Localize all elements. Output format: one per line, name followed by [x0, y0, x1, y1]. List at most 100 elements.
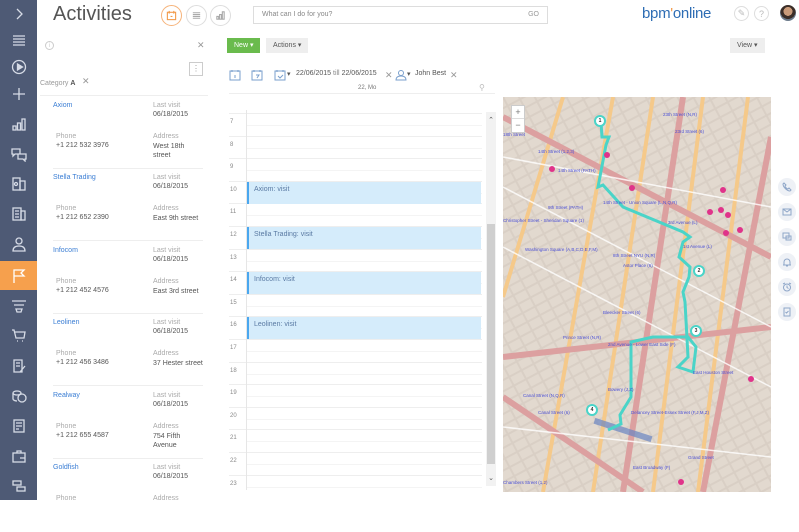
- sidebar-item-contacts[interactable]: [0, 170, 37, 198]
- sidebar-item-accounts[interactable]: [0, 200, 37, 228]
- sidebar-item-user[interactable]: [0, 230, 37, 258]
- owner-dropdown[interactable]: ▾: [407, 70, 411, 78]
- calendar-view-button[interactable]: [161, 5, 182, 26]
- sidebar-item-contracts[interactable]: [0, 352, 37, 380]
- calendar-hour-row[interactable]: 11: [229, 203, 482, 226]
- sidebar-menu-button[interactable]: [0, 26, 37, 54]
- sidebar-item-invoices[interactable]: [0, 382, 37, 410]
- contacts-icon: [11, 177, 26, 191]
- period-button[interactable]: [274, 68, 286, 81]
- calendar-event[interactable]: Leolinen: visit: [247, 317, 481, 340]
- user-avatar[interactable]: [780, 5, 796, 21]
- account-card[interactable]: Goldfish Last visit 06/18/2015 Phone Address: [53, 460, 203, 532]
- hour-label: 16: [230, 322, 237, 329]
- sidebar-add-button[interactable]: [0, 80, 37, 108]
- location-pin-icon[interactable]: ⚲: [479, 83, 485, 92]
- remove-period-filter-icon[interactable]: ✕: [385, 70, 393, 81]
- account-card[interactable]: Axiom Last visit 06/18/2015 Phone +1 212 532…: [53, 98, 203, 170]
- calendar-hour-row[interactable]: 17: [229, 339, 482, 362]
- account-card[interactable]: Realway Last visit 06/18/2015 Phone +1 212 6…: [53, 388, 203, 460]
- period-dropdown[interactable]: ▾: [287, 70, 291, 78]
- time-column-divider: [246, 110, 247, 490]
- map-zoom-in-button[interactable]: +: [512, 106, 524, 119]
- account-name-link[interactable]: Infocom: [53, 247, 78, 254]
- remove-category-filter-icon[interactable]: ✕: [82, 76, 90, 87]
- week-button[interactable]: [251, 68, 263, 81]
- sidebar-item-dashboards[interactable]: [0, 110, 37, 138]
- account-name-link[interactable]: Realway: [53, 392, 80, 399]
- route-map[interactable]: 1 2 3 4 18th Street 23th Street (N,R) 23rd…: [503, 97, 771, 492]
- calendar-hour-row[interactable]: 19: [229, 384, 482, 407]
- account-name-link[interactable]: Goldfish: [53, 464, 79, 471]
- calendar-event[interactable]: Stella Trading: visit: [247, 227, 481, 249]
- map-station-label: 3rd Avenue (L): [668, 220, 698, 225]
- sidebar-item-leads[interactable]: [0, 292, 37, 320]
- account-card[interactable]: Infocom Last visit 06/18/2015 Phone +1 212 4…: [53, 243, 203, 315]
- calendar-hour-row[interactable]: 13: [229, 248, 482, 272]
- plus-icon: [12, 88, 25, 100]
- last-visit-value: 06/18/2015: [153, 183, 189, 190]
- map-station-label: 9th Street (PATH): [548, 205, 584, 210]
- calendar-hour-row[interactable]: 21: [229, 429, 482, 452]
- scroll-up-icon[interactable]: ⌃: [486, 116, 496, 124]
- address-value: East 3rd street: [153, 288, 199, 295]
- scroll-down-icon[interactable]: ⌄: [486, 474, 496, 482]
- sidebar-item-orders[interactable]: [0, 322, 37, 350]
- call-button[interactable]: [778, 178, 796, 196]
- remove-owner-filter-icon[interactable]: ✕: [450, 70, 458, 81]
- sidebar-item-documents[interactable]: [0, 412, 37, 440]
- period-filter[interactable]: 22/06/2015 till 22/06/2015: [296, 70, 377, 77]
- calendar-hour-row[interactable]: 22: [229, 452, 482, 475]
- sidebar-item-processes[interactable]: [0, 472, 37, 500]
- scroll-thumb[interactable]: [487, 224, 495, 464]
- calendar-event[interactable]: Axiom: visit: [247, 181, 481, 204]
- list-options-button[interactable]: ⋮: [189, 62, 203, 76]
- notifications-button[interactable]: [778, 253, 796, 271]
- calendar-hour-row[interactable]: 23: [229, 474, 482, 498]
- owner-filter[interactable]: John Best: [415, 70, 446, 77]
- hour-label: 15: [230, 299, 237, 306]
- route-pin-2[interactable]: 2: [693, 265, 705, 277]
- sidebar-item-activities[interactable]: [0, 261, 37, 290]
- sidebar-expand-button[interactable]: [0, 0, 37, 28]
- phone-label: Phone: [56, 205, 77, 212]
- command-search-input[interactable]: What can I do for you? GO: [253, 6, 548, 24]
- route-pin-4[interactable]: 4: [586, 404, 598, 416]
- sidebar-item-feed[interactable]: [0, 140, 37, 168]
- analytics-view-button[interactable]: [210, 5, 231, 26]
- calendar-hour-row[interactable]: 18: [229, 361, 482, 385]
- reminders-button[interactable]: [778, 278, 796, 296]
- info-icon[interactable]: i: [45, 41, 54, 50]
- sidebar-process-button[interactable]: [0, 53, 37, 81]
- route-pin-3[interactable]: 3: [690, 325, 702, 337]
- account-card[interactable]: Leolinen Last visit 06/18/2015 Phone +1 212 …: [53, 315, 203, 387]
- chat-button[interactable]: [778, 228, 796, 246]
- tasks-button[interactable]: [778, 303, 796, 321]
- hour-label: 22: [230, 458, 237, 464]
- route-pin-1[interactable]: 1: [594, 115, 606, 127]
- map-zoom-out-button[interactable]: −: [512, 119, 524, 132]
- calendar-hour-row[interactable]: 20: [229, 406, 482, 430]
- owner-filter-button[interactable]: [395, 68, 407, 81]
- calendar-event[interactable]: Infocom: visit: [247, 272, 481, 295]
- close-panel-icon[interactable]: ✕: [197, 40, 205, 51]
- calendar-hour-row[interactable]: 15: [229, 293, 482, 317]
- settings-button[interactable]: ✎: [734, 6, 749, 21]
- today-button[interactable]: [229, 68, 241, 81]
- calendar-hour-row[interactable]: 8: [229, 135, 482, 159]
- account-card[interactable]: Stella Trading Last visit 06/18/2015 Phone +…: [53, 170, 203, 242]
- new-button[interactable]: New ▾: [227, 38, 261, 53]
- help-button[interactable]: ?: [754, 6, 769, 21]
- sidebar-item-projects[interactable]: [0, 442, 37, 470]
- list-view-button[interactable]: [186, 5, 207, 26]
- view-button[interactable]: View ▾: [730, 38, 765, 53]
- account-name-link[interactable]: Leolinen: [53, 319, 79, 326]
- email-button[interactable]: [778, 203, 796, 221]
- calendar-hour-row[interactable]: 9: [229, 158, 482, 181]
- calendar-hour-row[interactable]: 7: [229, 113, 482, 136]
- account-name-link[interactable]: Stella Trading: [53, 174, 96, 181]
- account-name-link[interactable]: Axiom: [53, 102, 72, 109]
- calendar-scrollbar[interactable]: ⌃ ⌄: [486, 112, 496, 486]
- actions-button[interactable]: Actions ▾: [266, 38, 309, 53]
- search-go-button[interactable]: GO: [528, 11, 539, 18]
